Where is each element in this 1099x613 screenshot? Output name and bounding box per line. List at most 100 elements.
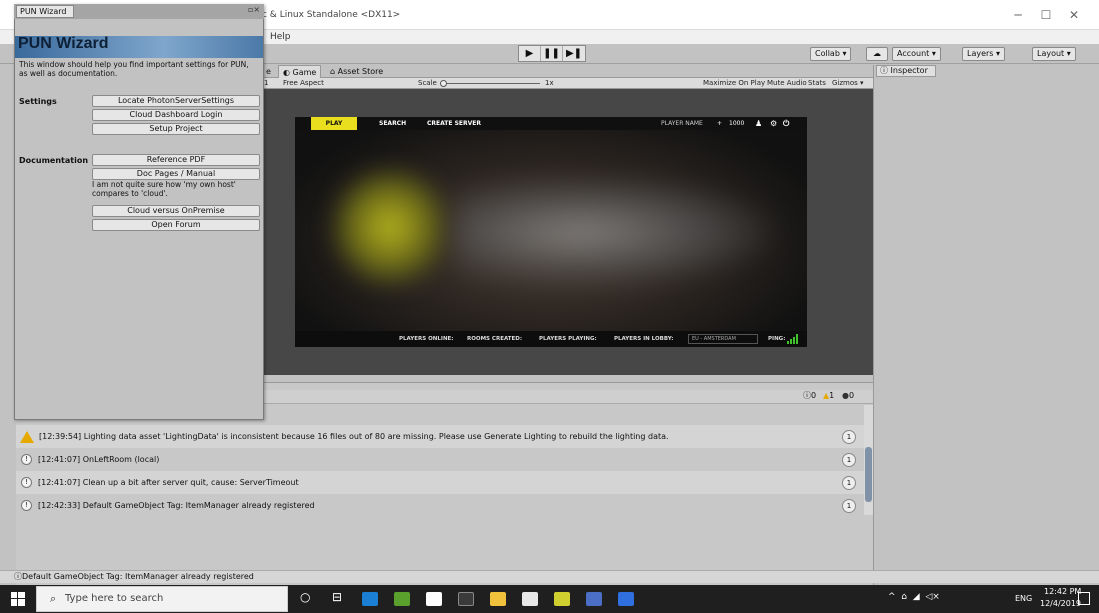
- log-text: [12:39:54] Lighting data asset 'Lighting…: [39, 432, 669, 441]
- windows-start-icon[interactable]: [11, 592, 25, 606]
- settings-gear-icon[interactable]: ⚙: [770, 117, 777, 130]
- error-count: 0: [848, 391, 855, 400]
- maximize-button[interactable]: ☐: [1032, 6, 1060, 24]
- notifications-icon[interactable]: [1078, 592, 1090, 605]
- stats-toggle[interactable]: Stats: [808, 78, 826, 89]
- power-icon[interactable]: ⏻: [783, 117, 789, 130]
- coins-value: 1000: [729, 120, 745, 127]
- mute-audio-toggle[interactable]: Mute Audio: [767, 78, 807, 89]
- unity-hub-icon[interactable]: [458, 592, 474, 606]
- console-scrollbar-thumb[interactable]: [865, 447, 872, 502]
- menu-help[interactable]: Help: [270, 32, 291, 42]
- add-icon[interactable]: +: [717, 117, 722, 130]
- tab-game-label: Game: [292, 68, 317, 77]
- info-log-icon: !: [21, 477, 32, 488]
- cloud-vs-onpremise-button[interactable]: Cloud versus OnPremise: [92, 205, 260, 217]
- tab-game[interactable]: ◐ Game: [278, 65, 322, 78]
- rooms-created-label: ROOMS CREATED:: [467, 336, 523, 342]
- play-button[interactable]: ▶: [519, 46, 541, 61]
- minimize-button[interactable]: ─: [1004, 6, 1032, 24]
- game-screen[interactable]: PLAY SEARCH CREATE SERVER PLAYER NAME + …: [295, 117, 807, 347]
- game-tab-create-server[interactable]: CREATE SERVER: [427, 117, 481, 130]
- console-row[interactable]: ! [12:41:07] Clean up a bit after server …: [16, 471, 864, 494]
- layers-dropdown[interactable]: Layers ▾: [962, 47, 1006, 61]
- aspect-dropdown[interactable]: Free Aspect: [283, 78, 324, 89]
- app-icon-green[interactable]: [394, 592, 410, 606]
- cloud-icon[interactable]: ☁: [866, 47, 888, 61]
- warning-count-toggle[interactable]: ▲1: [823, 390, 834, 402]
- profile-icon[interactable]: ♟: [755, 117, 762, 130]
- blurred-logo-m: [330, 167, 450, 287]
- system-tray[interactable]: ^ ⌂ ◢ ◁×: [888, 592, 940, 602]
- doc-pages-button[interactable]: Doc Pages / Manual: [92, 168, 260, 180]
- console-row[interactable]: ! [12:42:33] Default GameObject Tag: Item…: [16, 494, 864, 517]
- reference-pdf-button[interactable]: Reference PDF: [92, 154, 260, 166]
- status-info-icon: ⓘ: [14, 572, 22, 581]
- log-text: [12:41:07] Clean up a bit after server q…: [38, 478, 299, 487]
- clock-date[interactable]: 12/4/2019: [1040, 599, 1081, 608]
- task-view-icon[interactable]: ⊟: [332, 590, 342, 604]
- tab-asset-store-label: Asset Store: [337, 67, 384, 76]
- layout-dropdown[interactable]: Layout ▾: [1032, 47, 1076, 61]
- players-in-lobby-label: PLAYERS IN LOBBY:: [614, 336, 674, 342]
- info-count: 0: [811, 391, 817, 400]
- blurred-logo-letters: [455, 177, 775, 287]
- edge-icon[interactable]: [362, 592, 378, 606]
- cortana-icon[interactable]: ○: [300, 590, 310, 604]
- log-text: [12:42:33] Default GameObject Tag: ItemM…: [38, 501, 315, 510]
- open-forum-button[interactable]: Open Forum: [92, 219, 260, 231]
- visual-studio-icon[interactable]: [618, 592, 634, 606]
- paint-icon[interactable]: [586, 592, 602, 606]
- scale-value: 1x: [545, 79, 554, 87]
- store-icon[interactable]: [426, 592, 442, 606]
- language-indicator[interactable]: ENG: [1015, 594, 1032, 603]
- scale-slider[interactable]: [440, 83, 540, 84]
- clock-time[interactable]: 12:42 PM: [1044, 587, 1081, 596]
- player-name-field[interactable]: PLAYER NAME: [661, 117, 703, 130]
- gizmos-dropdown[interactable]: Gizmos ▾: [832, 78, 864, 89]
- setup-project-button[interactable]: Setup Project: [92, 123, 260, 135]
- players-playing-label: PLAYERS PLAYING:: [539, 336, 597, 342]
- pun-window-menu-icon[interactable]: ▫×: [248, 5, 260, 14]
- scale-label: Scale: [418, 79, 437, 87]
- inspector-panel: [873, 65, 1099, 585]
- error-count-icon: ●: [842, 391, 849, 400]
- status-message[interactable]: ⓘDefault GameObject Tag: ItemManager alr…: [14, 571, 254, 582]
- cloud-dashboard-login-button[interactable]: Cloud Dashboard Login: [92, 109, 260, 121]
- taskbar-search-input[interactable]: Type here to search: [36, 586, 288, 612]
- info-icon: ⓘ: [880, 66, 891, 75]
- file-explorer-icon[interactable]: [490, 592, 506, 606]
- console-row[interactable]: [12:39:54] Lighting data asset 'Lighting…: [16, 425, 864, 448]
- warning-icon: [20, 430, 34, 443]
- inspector-tab-label: Inspector: [890, 66, 928, 75]
- game-tab-search[interactable]: SEARCH: [379, 117, 406, 130]
- pun-title: PUN Wizard: [18, 35, 109, 52]
- pause-button[interactable]: ❚❚: [541, 46, 563, 61]
- documentation-section-label: Documentation: [19, 156, 89, 165]
- tab-inspector[interactable]: ⓘ Inspector: [876, 65, 936, 77]
- scale-slider-handle[interactable]: [440, 80, 447, 87]
- hosting-note: I am not quite sure how 'my own host' co…: [92, 180, 236, 198]
- step-button[interactable]: ▶❚: [563, 46, 585, 61]
- mail-icon[interactable]: [522, 592, 538, 606]
- collab-dropdown[interactable]: Collab ▾: [810, 47, 852, 61]
- tab-pun-wizard[interactable]: PUN Wizard: [16, 5, 74, 18]
- info-log-icon: !: [21, 500, 32, 511]
- maximize-on-play-toggle[interactable]: Maximize On Play: [703, 78, 765, 89]
- info-count-toggle[interactable]: ⓘ0: [803, 390, 816, 402]
- asset-store-icon: ⌂: [330, 67, 338, 76]
- window-title: c & Linux Standalone <DX11>: [262, 10, 401, 20]
- notes-icon[interactable]: [554, 592, 570, 606]
- ping-label: PING:: [768, 336, 786, 342]
- tab-asset-store[interactable]: ⌂ Asset Store: [326, 65, 387, 78]
- settings-section-label: Settings: [19, 97, 57, 106]
- game-tab-play[interactable]: PLAY: [311, 117, 357, 130]
- close-button[interactable]: ✕: [1060, 6, 1088, 24]
- display-dropdown[interactable]: 1: [264, 78, 268, 89]
- console-row[interactable]: ! [12:41:07] OnLeftRoom (local) 1: [16, 448, 864, 471]
- locate-photon-settings-button[interactable]: Locate PhotonServerSettings: [92, 95, 260, 107]
- error-count-toggle[interactable]: ●0: [842, 390, 854, 402]
- info-count-icon: ⓘ: [803, 391, 811, 400]
- region-dropdown[interactable]: EU - AMSTERDAM: [688, 334, 758, 344]
- account-dropdown[interactable]: Account ▾: [892, 47, 941, 61]
